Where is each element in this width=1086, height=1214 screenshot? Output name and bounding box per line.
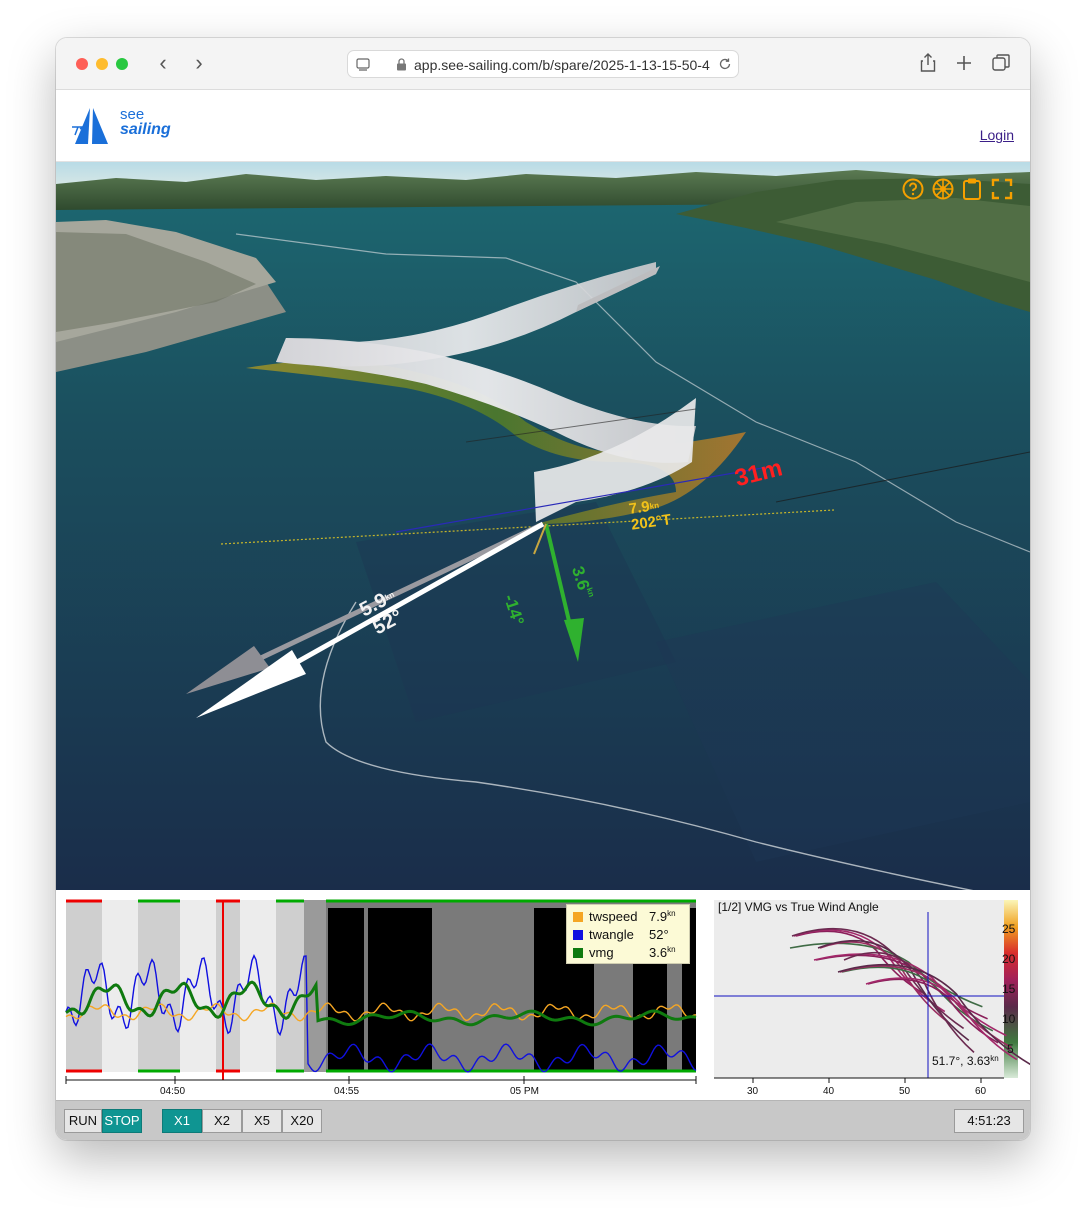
stop-button[interactable]: STOP [102,1109,142,1133]
timeseries-legend: twspeed 7.9kn twangle 52° vmg 3.6kn [566,904,690,964]
playback-controls: RUN STOP X1 X2 X5 X20 4:51:23 [56,1100,1030,1140]
url-text: app.see-sailing.com/b/spare/2025-1-13-15… [414,57,710,73]
colorbar-tick: 5 [1007,1042,1014,1056]
share-icon[interactable] [917,52,939,74]
run-button[interactable]: RUN [64,1109,102,1133]
speed-x5-button[interactable]: X5 [242,1109,282,1133]
tab-overview-icon[interactable] [990,52,1012,74]
colorbar-tick: 20 [1002,952,1016,966]
legend-name: vmg [589,945,614,960]
time-tick: 04:50 [160,1086,186,1097]
close-window-button[interactable] [76,58,88,70]
zoom-window-button[interactable] [116,58,128,70]
vmg-twa-chart[interactable]: [1/2] VMG vs True Wind Angle 30 40 50 60… [706,890,1030,1100]
colorbar-tick: 25 [1002,922,1016,936]
back-icon[interactable]: ‹ [152,52,174,76]
playback-clock: 4:51:23 [954,1109,1024,1133]
forward-icon[interactable]: › [188,52,210,76]
legend-name: twspeed [589,909,638,924]
site-header: see sailing Login [56,91,1030,162]
colorbar-tick: 10 [1002,1012,1016,1026]
speed-x2-button[interactable]: X2 [202,1109,242,1133]
legend-swatch [573,948,583,958]
analysis-panel: 04:50 04:55 05 PM twspeed 7.9kn twangle … [56,890,1030,1140]
help-icon[interactable] [901,177,925,201]
fullscreen-icon[interactable] [990,177,1014,201]
logo-text-sailing: sailing [120,121,171,138]
time-tick: 04:55 [334,1086,360,1097]
clipboard-icon[interactable] [961,177,983,201]
vmg-scatter-plot[interactable] [706,890,1030,1100]
legend-swatch [573,930,583,940]
scene-canvas[interactable] [56,162,1030,890]
x-tick: 30 [747,1086,759,1097]
logo[interactable]: see sailing [70,105,180,147]
new-tab-icon[interactable] [953,52,975,74]
minimize-window-button[interactable] [96,58,108,70]
3d-track-view[interactable]: 31m 7.9kn 202°T 5.9kn 52° -14° 3.6kn [56,162,1030,890]
time-tick: 05 PM [510,1086,539,1097]
colorbar-tick: 15 [1002,982,1016,996]
speed-x1-button[interactable]: X1 [162,1109,202,1133]
wheel-icon[interactable] [931,177,955,201]
address-bar[interactable]: app.see-sailing.com/b/spare/2025-1-13-15… [347,50,739,78]
x-tick: 50 [899,1086,911,1097]
reader-icon[interactable] [356,57,370,71]
wind-speed-unit: kn [649,500,660,511]
browser-toolbar: ‹ › app.see-sailing.com/b/spare/2025-1-1… [56,38,1030,90]
x-tick: 60 [975,1086,987,1097]
lock-icon [397,58,406,71]
legend-value: 3.6kn [649,945,676,960]
x-tick: 40 [823,1086,835,1097]
speed-x20-button[interactable]: X20 [282,1109,322,1133]
vmg-plot-title: [1/2] VMG vs True Wind Angle [718,900,879,914]
wind-label: 7.9kn 202°T [628,496,672,534]
legend-value: 7.9kn [649,909,676,924]
legend-value: 52° [649,927,669,942]
login-link[interactable]: Login [980,127,1014,143]
vmg-readout: 51.7°, 3.63kn [932,1054,999,1068]
legend-name: twangle [589,927,634,942]
legend-swatch [573,912,583,922]
reload-icon[interactable] [718,57,732,71]
timeseries-chart[interactable]: 04:50 04:55 05 PM twspeed 7.9kn twangle … [56,890,706,1100]
browser-window: ‹ › app.see-sailing.com/b/spare/2025-1-1… [56,38,1030,1140]
